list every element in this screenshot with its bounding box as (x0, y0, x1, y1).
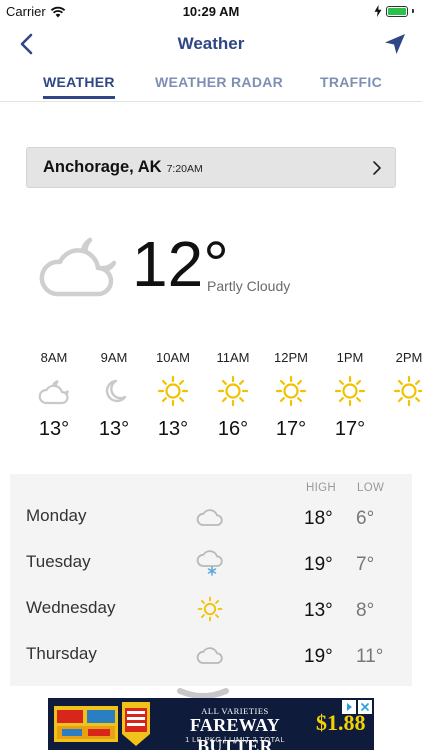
hourly-item: 2PM (379, 350, 422, 418)
location-arrow-icon[interactable] (382, 31, 408, 57)
day-name: Tuesday (26, 552, 91, 571)
sun-icon (334, 375, 366, 407)
sun-icon (157, 375, 189, 407)
tab-traffic[interactable]: TRAFFIC (320, 74, 382, 90)
day-high: 19° (304, 646, 333, 667)
hourly-time: 8AM (40, 350, 68, 365)
navigation-bar: Weather (0, 22, 422, 66)
daily-row: Tuesday 19° 7° (10, 540, 412, 586)
location-local-time: 7:20AM (166, 163, 203, 175)
hourly-item: 11AM 16° (203, 350, 263, 441)
hourly-temperature: 13° (98, 418, 130, 440)
location-city: Anchorage, AK (43, 158, 162, 176)
battery-icon (386, 5, 408, 17)
ad-fine-print: 1 LB PKG | LIMIT 2 TOTAL (185, 735, 285, 744)
battery-level (388, 7, 406, 15)
sun-icon (275, 375, 307, 407)
hourly-temperature: 17° (275, 418, 307, 440)
battery-indicator (374, 5, 414, 17)
chevron-right-icon (373, 161, 381, 175)
current-condition: Partly Cloudy (207, 278, 291, 294)
ad-info-icon[interactable] (342, 700, 356, 714)
tab-bar: WEATHER WEATHER RADAR TRAFFIC (0, 66, 422, 102)
sun-icon (197, 596, 223, 622)
daily-row: Monday 18° 6° (10, 494, 412, 540)
hourly-item: 9AM 13° (84, 350, 144, 441)
high-column-header: HIGH (306, 482, 336, 494)
hourly-item: 10AM 13° (143, 350, 203, 441)
day-name: Thursday (26, 644, 97, 663)
day-low: 6° (356, 508, 375, 529)
hourly-time: 10AM (156, 350, 190, 365)
hourly-time: 2PM (395, 350, 422, 365)
day-high: 18° (304, 508, 333, 529)
daily-forecast: HIGH LOW Monday 18° 6° Tuesday 19° 7° We… (10, 474, 412, 686)
ad-headline: FAREWAY BUTTER (189, 715, 281, 750)
status-bar: Carrier 10:29 AM (0, 0, 422, 22)
day-high: 13° (304, 600, 333, 621)
page-title: Weather (177, 34, 245, 53)
day-low: 7° (356, 554, 375, 575)
day-high: 19° (304, 554, 333, 575)
partly-cloudy-night-icon (38, 379, 70, 405)
daily-row: Wednesday 13° 8° (10, 586, 412, 632)
battery-tip (412, 9, 414, 13)
tab-weather[interactable]: WEATHER (43, 74, 115, 99)
hourly-time: 1PM (336, 350, 364, 365)
hourly-temperature: 16° (217, 418, 249, 440)
day-low: 8° (356, 600, 375, 621)
partly-cloudy-night-icon (39, 237, 117, 297)
hourly-temperature: 13° (38, 418, 70, 440)
hourly-item: 1PM 17° (320, 350, 380, 441)
butter-package-image (54, 706, 118, 742)
hourly-item: 12PM 17° (261, 350, 321, 441)
day-name: Monday (26, 506, 87, 525)
daily-row: Thursday 19° 11° (10, 632, 412, 678)
hourly-temperature: 13° (157, 418, 189, 440)
cloud-icon (196, 647, 223, 664)
hourly-item: 8AM 13° (24, 350, 84, 441)
day-low: 11° (356, 646, 384, 667)
hourly-time: 9AM (100, 350, 128, 365)
store-logo-badge (122, 702, 150, 746)
day-name: Wednesday (26, 598, 116, 617)
cloud-icon (196, 509, 223, 526)
hourly-forecast[interactable]: 8AM 13° 9AM 13° 10AM 13° 11AM 16° 12PM 1… (0, 350, 422, 460)
cloud-snow-icon (196, 550, 223, 576)
ad-close-icon[interactable] (358, 700, 372, 714)
sun-icon (217, 375, 249, 407)
hourly-temperature: 17° (334, 418, 366, 440)
location-selector[interactable]: Anchorage, AK 7:20AM (26, 147, 396, 188)
hourly-time: 12PM (274, 350, 308, 365)
sun-icon (393, 375, 422, 407)
low-column-header: LOW (357, 482, 385, 494)
moon-icon (105, 379, 127, 403)
hourly-time: 11AM (216, 350, 250, 365)
charging-icon (374, 5, 382, 17)
tab-weather-radar[interactable]: WEATHER RADAR (155, 74, 283, 90)
ad-controls (342, 700, 372, 714)
status-time: 10:29 AM (182, 4, 240, 19)
ad-banner[interactable]: ALL VARIETIES FAREWAY BUTTER 1 LB PKG | … (48, 698, 374, 750)
